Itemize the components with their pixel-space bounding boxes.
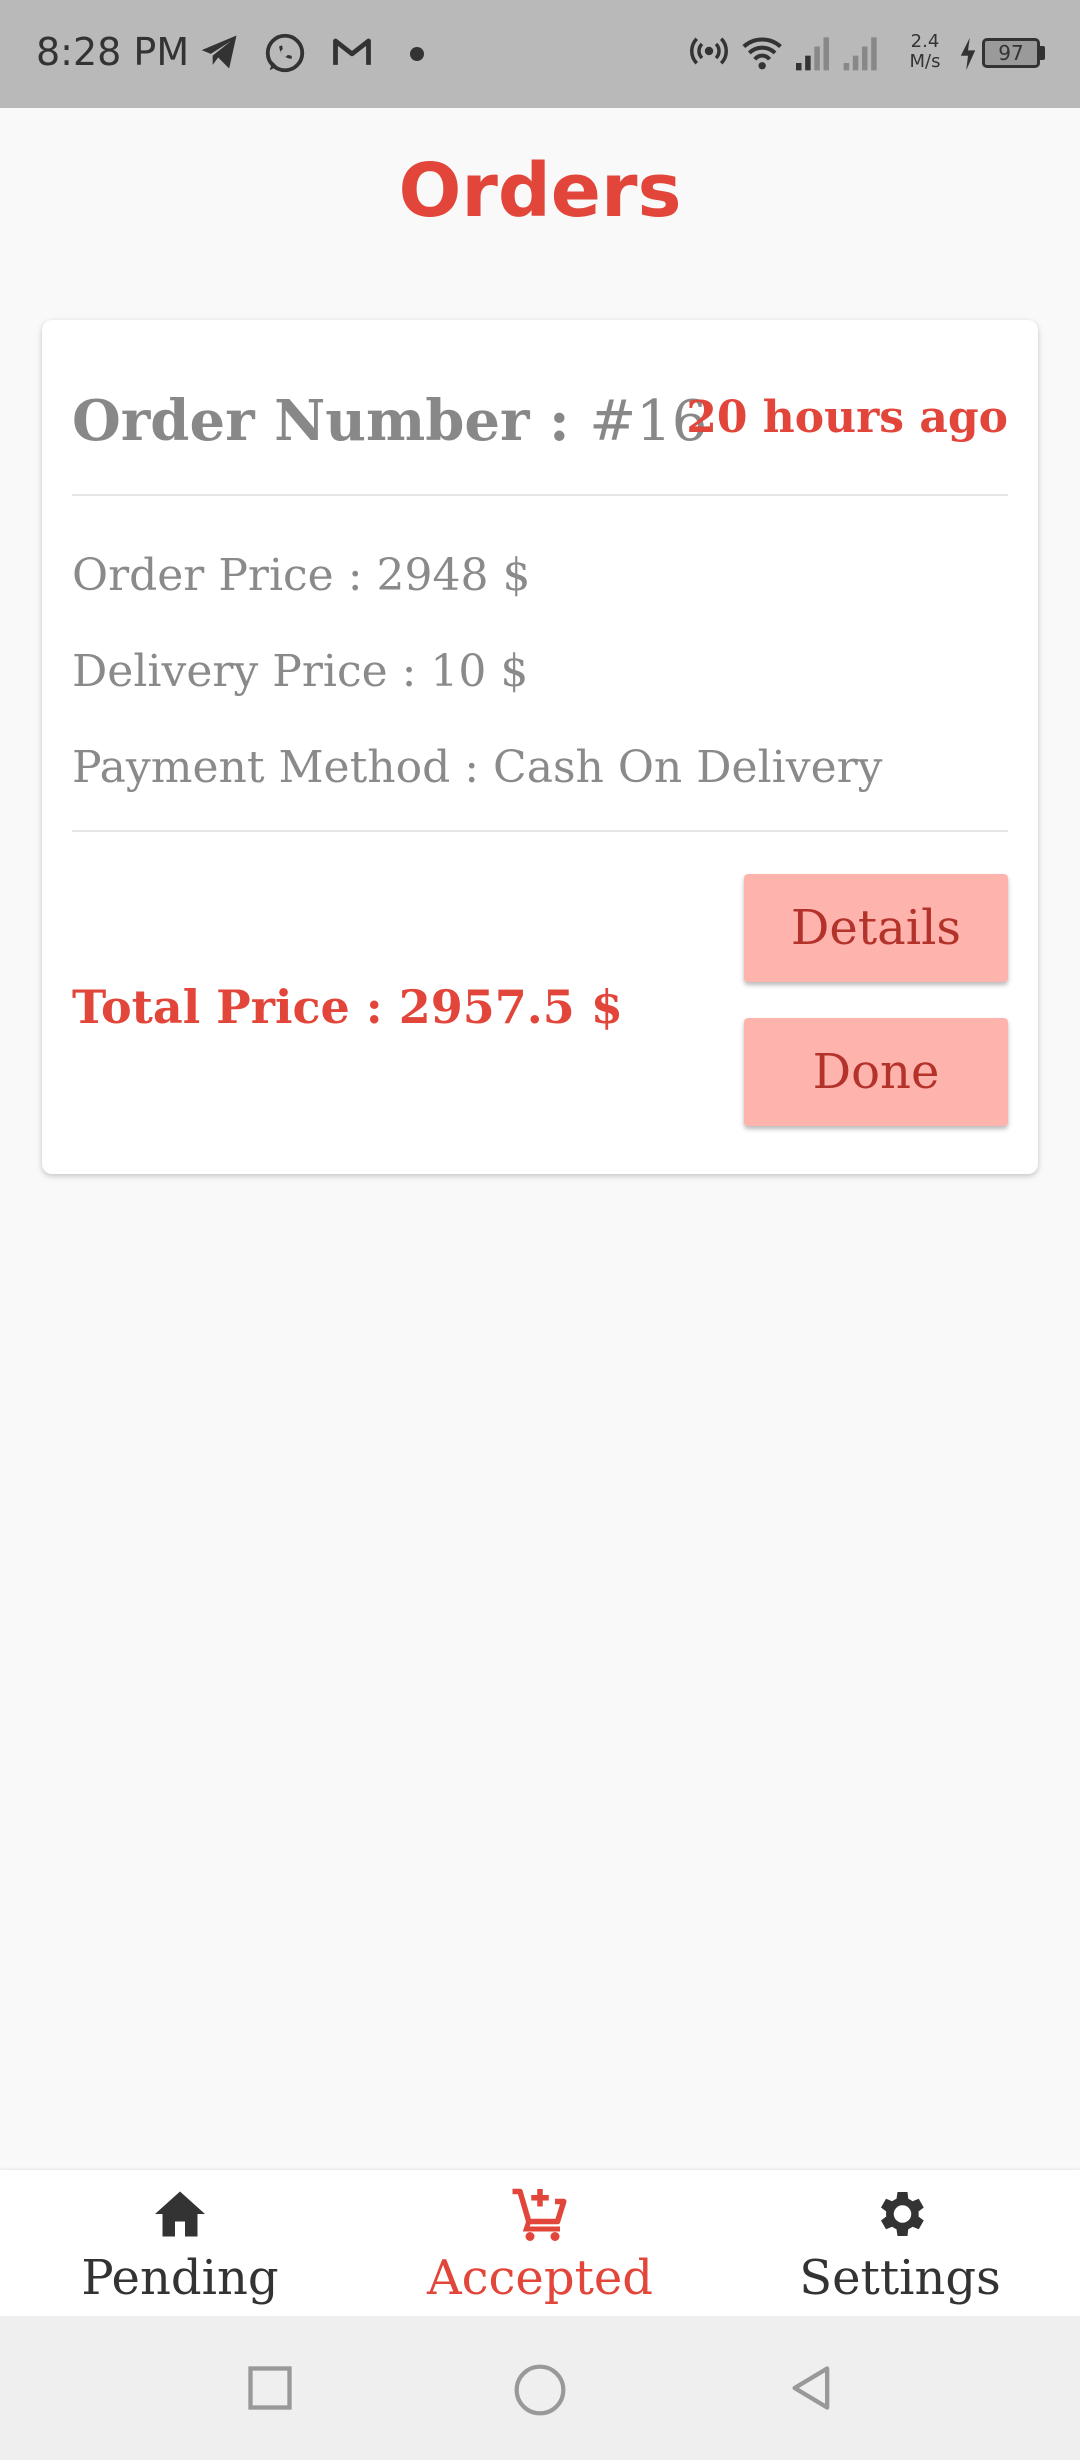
order-card: Order Number : #16 20 hours ago Order Pr… [42, 320, 1038, 1174]
signal-icon [796, 37, 877, 71]
recents-icon[interactable] [244, 2362, 296, 2414]
cart-add-icon [512, 2188, 567, 2241]
network-speed-unit: M/s [909, 51, 941, 72]
status-bar: 8:28 PM 2.4 M/s 97 [0, 0, 1080, 108]
nav-item-settings[interactable]: Settings [720, 2170, 1080, 2316]
battery-icon: 97 [982, 38, 1040, 68]
network-speed-value: 2.4 [910, 31, 940, 52]
card-divider-bottom [72, 830, 1008, 832]
done-button[interactable]: Done [744, 1018, 1008, 1126]
payment-method: Payment Method : Cash On Delivery [72, 742, 883, 793]
nav-item-pending[interactable]: Pending [0, 2170, 360, 2316]
nav-label-settings: Settings [799, 2250, 1001, 2306]
charging-icon [960, 37, 976, 71]
page-title: Orders [398, 148, 682, 234]
order-number-label: Order Number : [72, 388, 590, 454]
order-number: Order Number : #16 [72, 388, 707, 454]
wifi-icon [742, 37, 782, 70]
notification-dot [410, 47, 424, 61]
system-nav-bar [0, 2316, 1080, 2460]
back-icon[interactable] [786, 2362, 838, 2414]
home-circle-icon[interactable] [512, 2362, 568, 2418]
order-price: Order Price : 2948 $ [72, 550, 531, 601]
hotspot-icon [690, 37, 728, 65]
battery-tip [1040, 46, 1045, 60]
gear-icon [881, 2192, 924, 2236]
order-time-ago: 20 hours ago [686, 392, 1008, 443]
home-icon [155, 2191, 205, 2237]
details-button[interactable]: Details [744, 874, 1008, 982]
nav-label-accepted: Accepted [427, 2250, 653, 2306]
card-divider-top [72, 494, 1008, 496]
status-time: 8:28 PM [36, 30, 190, 74]
whatsapp-icon [265, 33, 305, 73]
total-price: Total Price : 2957.5 $ [72, 980, 623, 1034]
network-speed: 2.4 M/s [900, 32, 950, 72]
nav-item-accepted[interactable]: Accepted [360, 2170, 720, 2316]
delivery-price: Delivery Price : 10 $ [72, 646, 529, 697]
nav-label-pending: Pending [81, 2250, 279, 2306]
bottom-nav: Pending Accepted Settings [0, 2170, 1080, 2316]
gmail-icon [333, 38, 371, 65]
telegram-icon [201, 35, 237, 69]
